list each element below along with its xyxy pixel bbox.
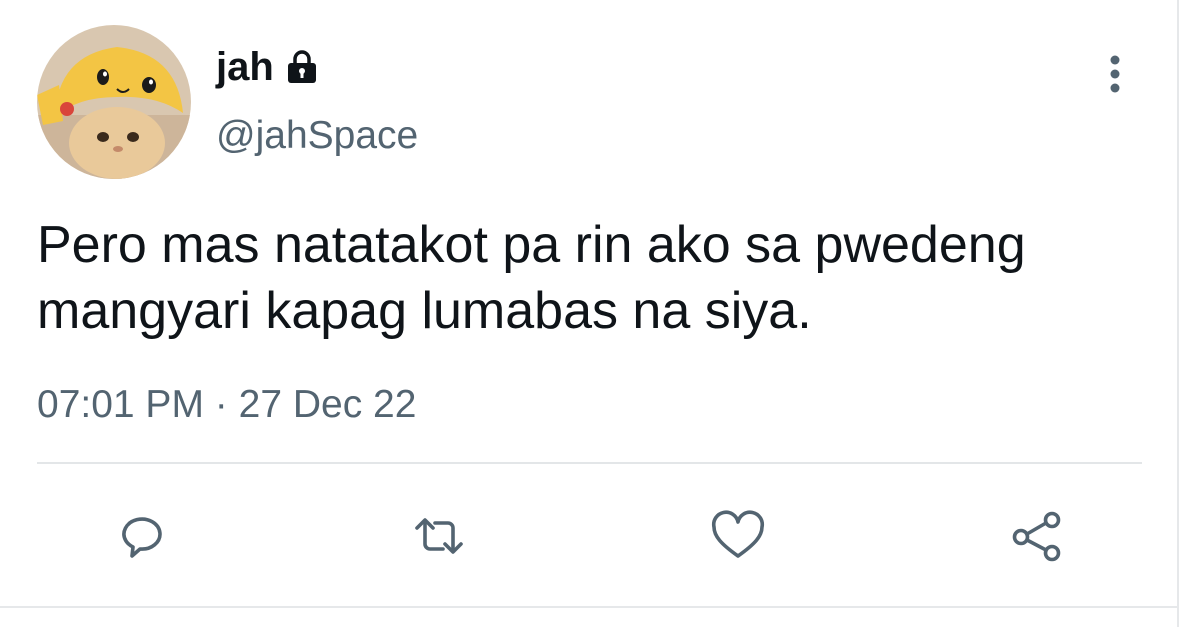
tweet-date: 27 Dec 22	[238, 383, 417, 426]
comment-icon	[122, 517, 162, 558]
retweet-icon	[415, 518, 463, 554]
tweet-timestamp[interactable]: 07:01 PM · 27 Dec 22	[37, 380, 416, 430]
tweet-text: Pero mas natatakot pa rin ako sa pwedeng…	[37, 216, 1026, 340]
meta-separator: ·	[214, 383, 228, 426]
author-name-row: jah	[216, 42, 322, 92]
more-vertical-icon[interactable]	[1098, 52, 1132, 96]
heart-icon	[711, 510, 765, 558]
author-handle[interactable]: @jahSpace	[216, 112, 418, 160]
avatar-image	[37, 25, 191, 179]
share-button[interactable]	[1007, 506, 1067, 566]
like-button[interactable]	[708, 506, 768, 566]
bottom-divider	[0, 606, 1179, 608]
display-name[interactable]: jah	[216, 42, 274, 92]
reply-button[interactable]	[110, 506, 170, 566]
avatar[interactable]	[37, 25, 191, 179]
divider	[37, 462, 1142, 464]
lock-icon	[282, 47, 322, 87]
share-icon	[1012, 511, 1061, 562]
tweet-card: jah @jahSpace Pero mas natatakot pa rin …	[0, 0, 1179, 627]
retweet-button[interactable]	[409, 506, 469, 566]
tweet-time: 07:01 PM	[37, 383, 204, 426]
